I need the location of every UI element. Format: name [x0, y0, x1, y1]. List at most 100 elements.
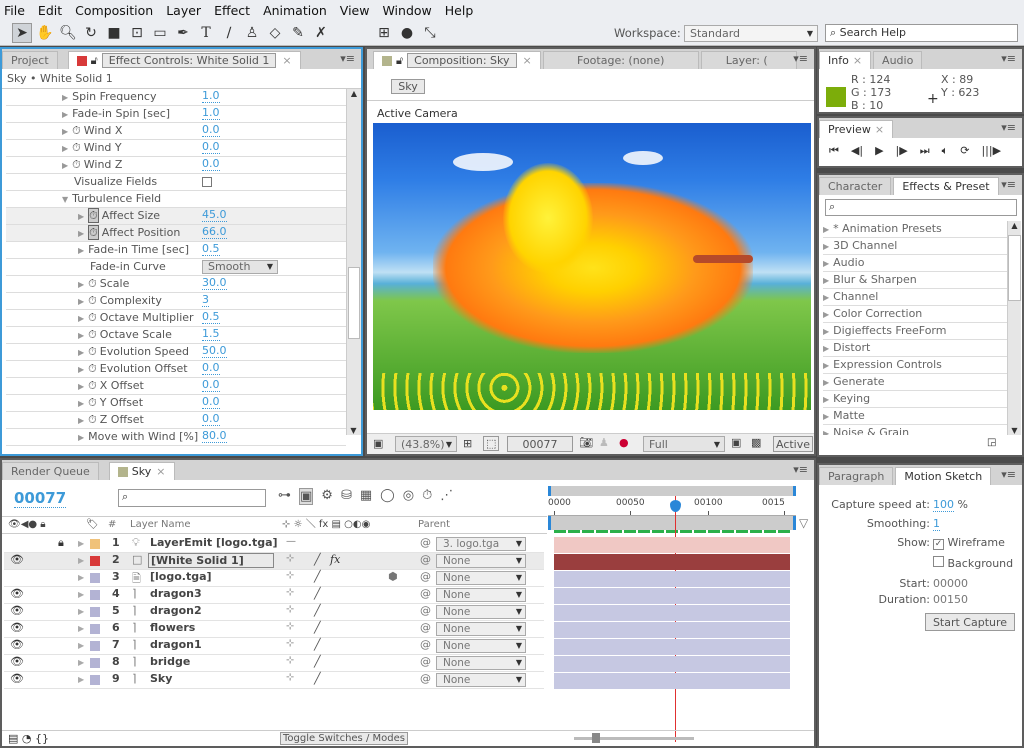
pick-whip-icon[interactable]: @	[420, 536, 431, 549]
stopwatch-icon[interactable]: ⏱	[88, 396, 97, 409]
rectangle-tool-icon[interactable]: ▭	[150, 23, 170, 43]
expand-triangle-icon[interactable]: ▶	[62, 93, 68, 102]
3d-layer-icon[interactable]: ⬢	[388, 570, 398, 583]
shy-switch-icon[interactable]: —	[286, 536, 296, 547]
expand-triangle-icon[interactable]: ▶	[78, 365, 84, 374]
layer-duration-bar[interactable]	[554, 588, 790, 604]
layer-row[interactable]: ▶ 3 🗎︎ [logo.tga] ⊹ ╱ ⬢ @ None	[4, 570, 544, 587]
expand-triangle-icon[interactable]: ▶	[823, 276, 829, 285]
property-value[interactable]: 45.0	[202, 208, 227, 222]
world-axis-icon[interactable]: ●	[397, 23, 417, 43]
layer-row[interactable]: 👁︎ ▶ 9 ⌉ Sky ⊹ ╱ @ None	[4, 672, 544, 689]
stopwatch-icon[interactable]: ⏱	[88, 311, 97, 324]
menu-help[interactable]: Help	[445, 3, 474, 18]
expand-triangle-icon[interactable]: ▶	[62, 161, 68, 170]
region-of-interest-icon[interactable]: ▣	[731, 436, 741, 449]
menu-animation[interactable]: Animation	[263, 3, 327, 18]
magnification-dropdown[interactable]: (43.8%)	[395, 436, 457, 452]
layer-row[interactable]: 👁︎ ▶ 2 □ [White Solid 1] ⊹ ╱ fx @ None	[4, 553, 544, 570]
expand-triangle-icon[interactable]: ▶	[78, 314, 84, 323]
zoom-tool-icon[interactable]: 🔍︎	[58, 23, 78, 43]
layer-name[interactable]: dragon1	[150, 638, 202, 651]
pick-whip-icon[interactable]: @	[420, 655, 431, 668]
eye-icon[interactable]: 👁︎	[10, 655, 24, 668]
label-color-swatch[interactable]	[90, 590, 100, 600]
close-icon[interactable]: ×	[156, 465, 165, 478]
pick-whip-icon[interactable]: @	[420, 587, 431, 600]
expand-triangle-icon[interactable]: ▶	[823, 344, 829, 353]
property-value[interactable]: 0.0	[202, 140, 220, 154]
tab-composition[interactable]: 🔓︎ Composition: Sky ×	[373, 51, 541, 69]
close-icon[interactable]: ×	[853, 54, 862, 67]
start-capture-button[interactable]: Start Capture	[925, 613, 1015, 631]
stopwatch-icon[interactable]: ⏱	[88, 277, 97, 290]
rotate-tool-icon[interactable]: ↻	[81, 23, 101, 43]
view-axis-icon[interactable]: ⤡	[420, 23, 440, 43]
comp-marker-bin[interactable]: ▽	[799, 516, 808, 530]
effects-category-item[interactable]: ▶ Generate	[823, 374, 1009, 391]
shy-switch-icon[interactable]: ⊹	[286, 621, 294, 632]
layer-row[interactable]: 👁︎ ▶ 6 ⌉ flowers ⊹ ╱ @ None	[4, 621, 544, 638]
eye-icon[interactable]: 👁︎	[10, 672, 24, 685]
quality-switch-icon[interactable]: ╱	[314, 553, 321, 566]
shy-switch-icon[interactable]: ⊹	[286, 655, 294, 666]
time-navigator[interactable]	[548, 516, 796, 530]
scroll-thumb[interactable]	[348, 267, 360, 339]
search-help-field[interactable]: ⌕ Search Help	[825, 24, 1018, 42]
expand-triangle-icon[interactable]: ▶	[78, 382, 84, 391]
effects-scrollbar[interactable]: ▲ ▼	[1007, 221, 1021, 435]
layer-name[interactable]: dragon3	[150, 587, 202, 600]
lock-icon[interactable]: 🔓︎	[91, 54, 98, 68]
property-value[interactable]: 0.0	[202, 395, 220, 409]
layer-name[interactable]: dragon2	[150, 604, 202, 617]
layer-row[interactable]: 👁︎ ▶ 8 ⌉ bridge ⊹ ╱ @ None	[4, 655, 544, 672]
expand-triangle-icon[interactable]: ▶	[78, 573, 84, 582]
label-color-swatch[interactable]	[90, 624, 100, 634]
loop-icon[interactable]: ⟳	[960, 144, 969, 158]
expand-triangle-icon[interactable]: ▶	[823, 293, 829, 302]
stopwatch-icon[interactable]: ⏱	[88, 413, 97, 426]
visualize-fields-checkbox[interactable]	[202, 177, 212, 187]
stopwatch-icon[interactable]: ⏱	[72, 141, 81, 154]
show-snapshot-icon[interactable]: ♟	[599, 436, 609, 449]
zoom-slider-thumb[interactable]	[592, 733, 600, 743]
property-value[interactable]: 0.5	[202, 310, 220, 324]
effects-category-item[interactable]: ▶ Channel	[823, 289, 1009, 306]
eye-icon[interactable]: 👁︎	[10, 553, 24, 566]
effects-category-item[interactable]: ▶ Audio	[823, 255, 1009, 272]
layer-row[interactable]: 👁︎ ▶ 4 ⌉ dragon3 ⊹ ╱ @ None	[4, 587, 544, 604]
tab-character[interactable]: Character	[819, 177, 892, 195]
work-area-bar[interactable]	[548, 486, 796, 496]
pick-whip-icon[interactable]: @	[420, 672, 431, 685]
layer-name[interactable]: [logo.tga]	[150, 570, 212, 583]
eye-icon[interactable]: 👁︎	[10, 621, 24, 634]
expand-triangle-icon[interactable]: ▶	[823, 327, 829, 336]
quality-switch-icon[interactable]: ╱	[314, 570, 321, 583]
property-value[interactable]: 0.0	[202, 378, 220, 392]
tab-footage[interactable]: Footage: (none)	[542, 51, 699, 69]
effects-category-item[interactable]: ▶ * Animation Presets	[823, 221, 1009, 238]
hand-tool-icon[interactable]: ✋	[35, 23, 55, 43]
always-preview-icon[interactable]: ▣	[373, 437, 383, 450]
layer-row[interactable]: 👁︎ ▶ 7 ⌉ dragon1 ⊹ ╱ @ None	[4, 638, 544, 655]
expand-triangle-icon[interactable]: ▶	[78, 399, 84, 408]
expand-triangle-icon[interactable]: ▶	[78, 675, 84, 684]
quality-switch-icon[interactable]: ╱	[314, 672, 321, 685]
label-color-swatch[interactable]	[90, 658, 100, 668]
panel-menu-icon[interactable]: ▾≡	[1001, 468, 1016, 481]
layer-name[interactable]: flowers	[150, 621, 195, 634]
quality-switch-icon[interactable]: ╱	[314, 604, 321, 617]
quality-switch-icon[interactable]: ╱	[314, 587, 321, 600]
expand-triangle-icon[interactable]: ▶	[78, 246, 84, 255]
expand-triangle-icon[interactable]: ▶	[62, 110, 68, 119]
ram-preview-icon[interactable]: |||▶	[981, 144, 1001, 158]
collapse-triangle-icon[interactable]: ▼	[62, 195, 68, 204]
layer-duration-bar[interactable]	[554, 571, 790, 587]
effects-category-item[interactable]: ▶ Expression Controls	[823, 357, 1009, 374]
layer-row[interactable]: 🔒︎ ▶ 1 💡︎ LayerEmit [logo.tga] — @3. logo.tga	[4, 536, 544, 553]
tab-render-queue[interactable]: Render Queue	[2, 462, 99, 480]
play-icon[interactable]: ▶	[875, 144, 883, 158]
auto-keyframe-icon[interactable]: ◎	[403, 488, 414, 505]
tab-paragraph[interactable]: Paragraph	[819, 467, 894, 485]
frame-blending-icon[interactable]: ⛁	[341, 488, 352, 505]
